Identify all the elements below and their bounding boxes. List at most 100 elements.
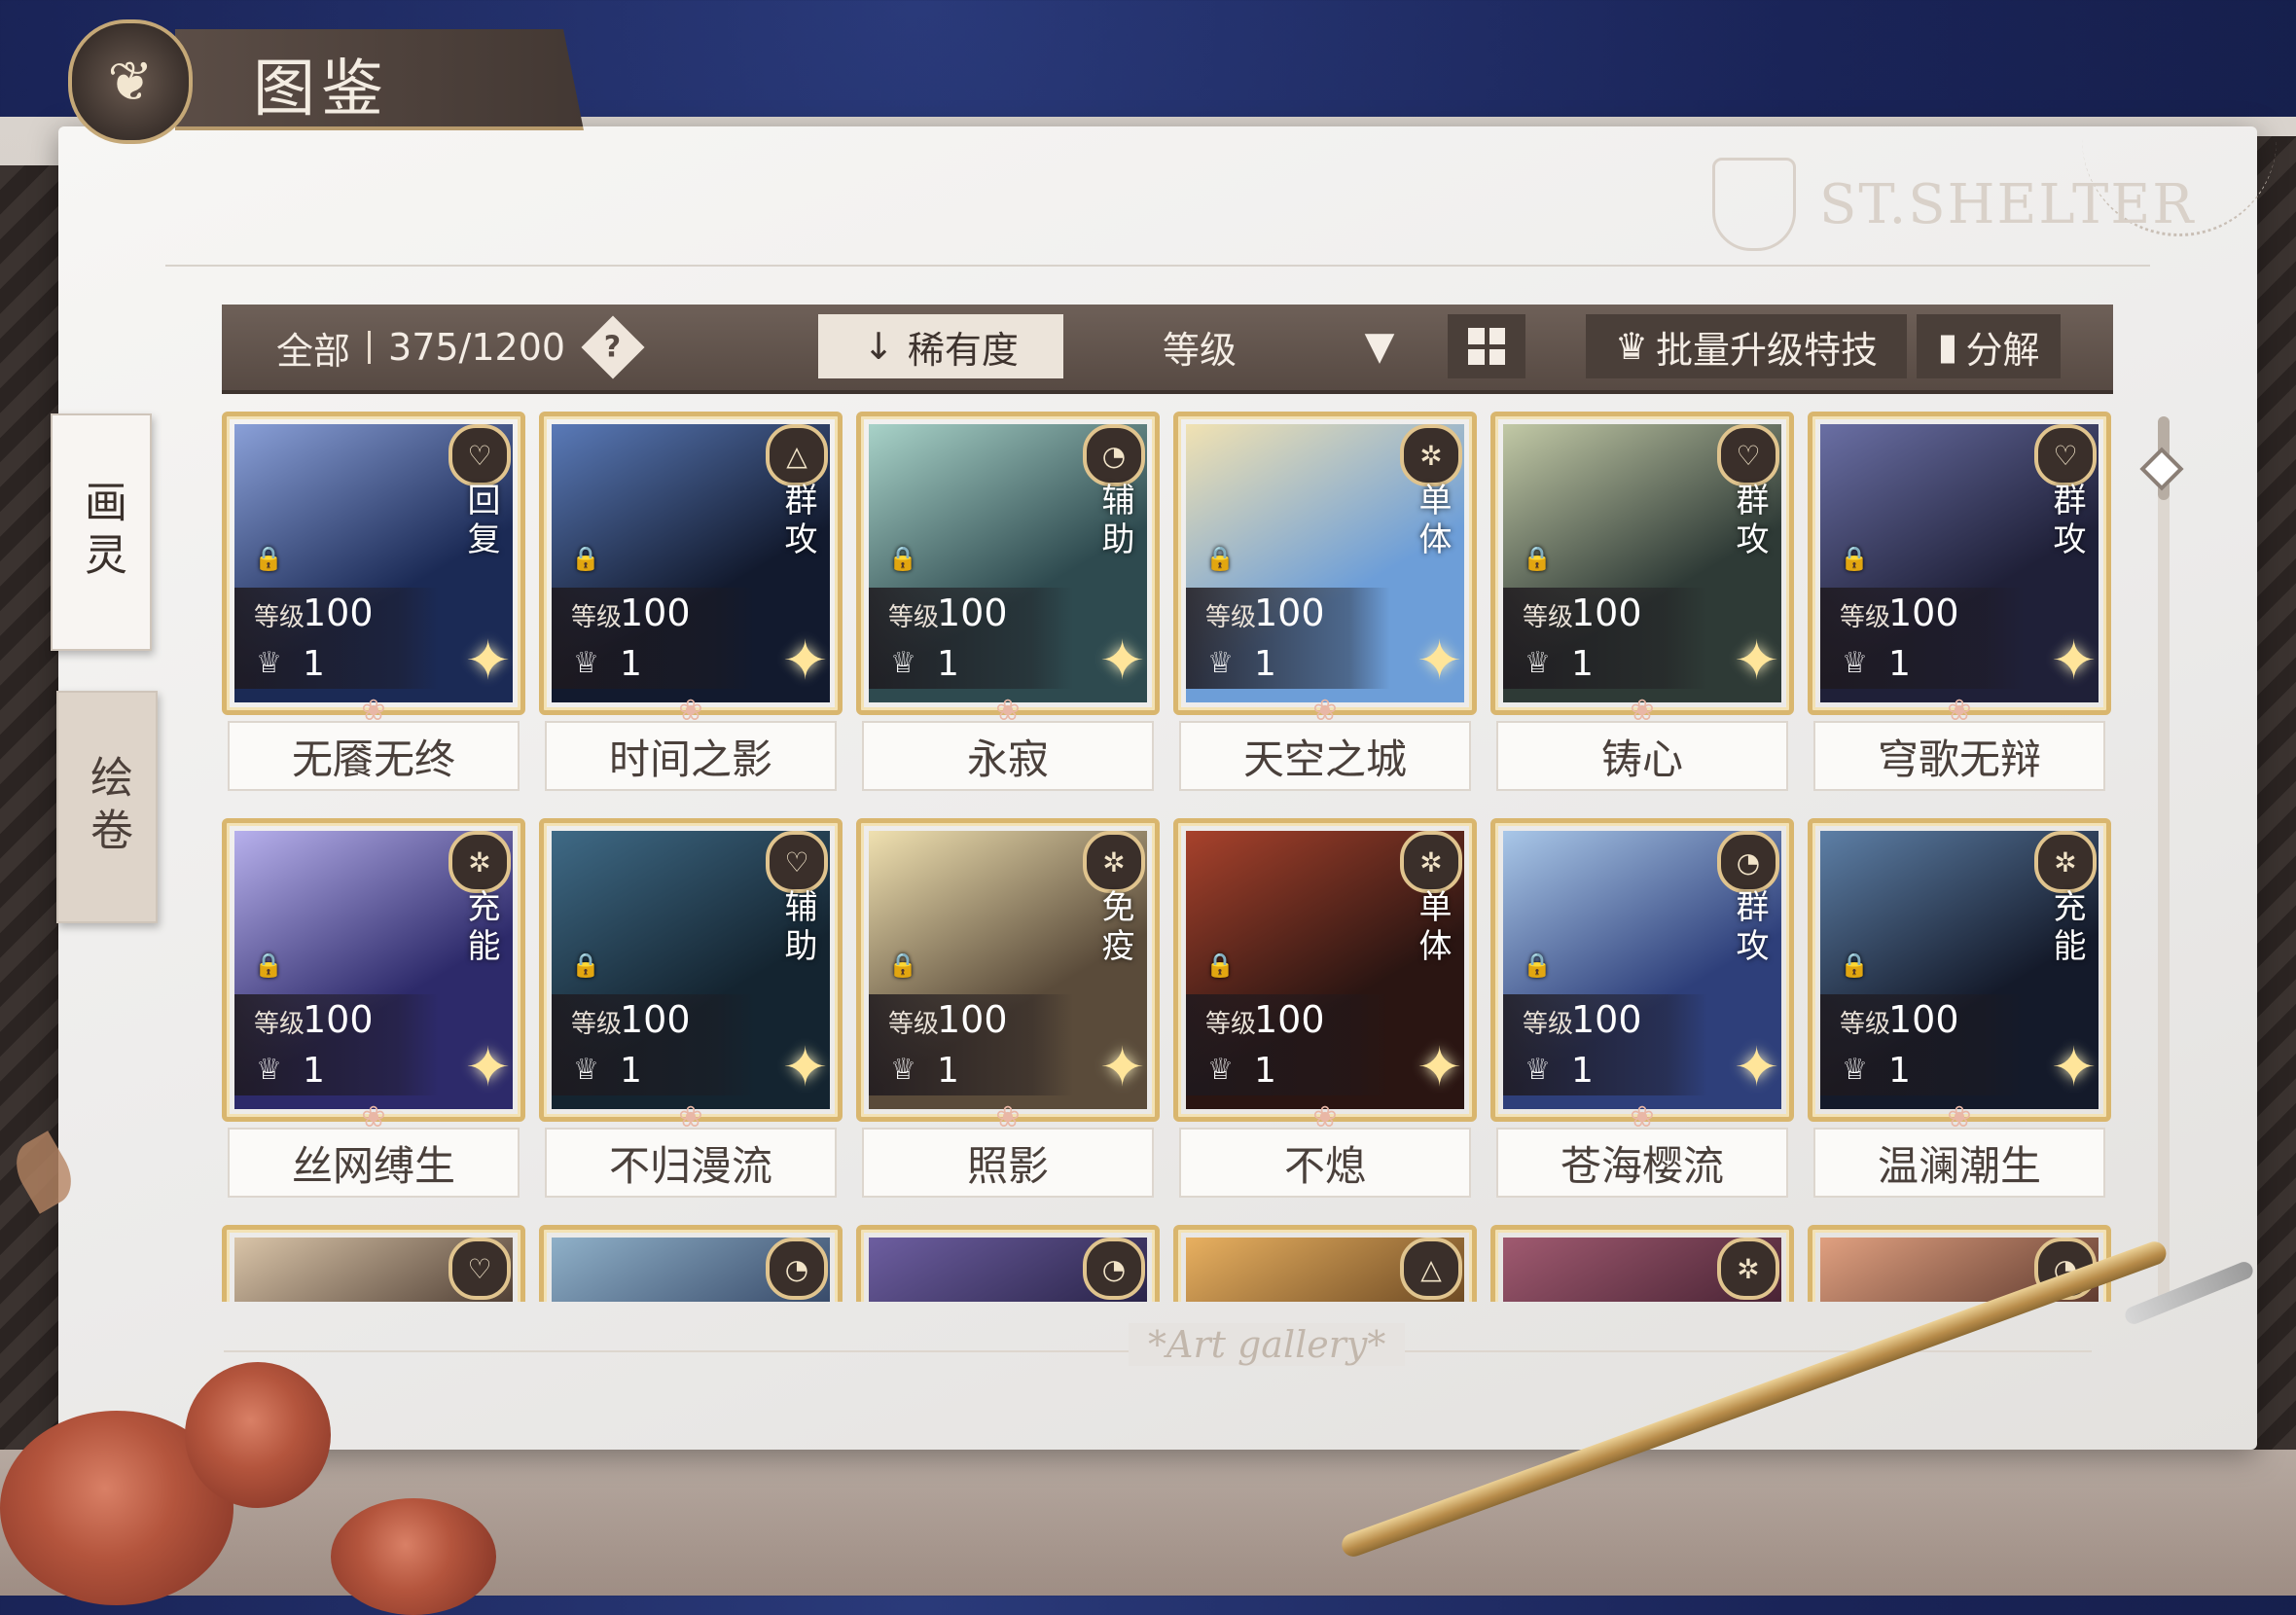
- level-value: 100: [1888, 998, 1959, 1041]
- level-prefix: 等级: [1840, 1010, 1891, 1039]
- character-portrait[interactable]: ✲: [1490, 1225, 1794, 1302]
- lotus-icon: ❀: [678, 1100, 703, 1134]
- role-label: 群攻: [1730, 889, 1769, 967]
- lock-icon[interactable]: 🔒: [1840, 545, 1869, 572]
- character-portrait[interactable]: ◔: [856, 1225, 1160, 1302]
- segment-circle-icon: ◔: [1083, 424, 1145, 486]
- shield-icon: [1712, 158, 1796, 251]
- sort-rarity-button[interactable]: ↓ 稀有度: [818, 314, 1063, 378]
- character-portrait[interactable]: ◔: [539, 1225, 843, 1302]
- dismantle-label: 分解: [1965, 328, 2040, 372]
- character-portrait[interactable]: ♡ 群攻 🔒 等级 100 ♕ 1 ✦: [1490, 412, 1794, 715]
- lock-icon[interactable]: 🔒: [1523, 951, 1552, 979]
- sparkle-star-icon: ✦: [782, 1036, 828, 1099]
- help-icon[interactable]: ?: [581, 315, 645, 379]
- lock-icon[interactable]: 🔒: [888, 951, 917, 979]
- character-card[interactable]: ◔: [856, 1225, 1160, 1302]
- heart-pulse-icon: ♡: [448, 1238, 511, 1300]
- character-portrait[interactable]: ◔ 群攻 🔒 等级 100 ♕ 1 ✦: [1490, 818, 1794, 1122]
- character-name: 苍海樱流: [1496, 1128, 1788, 1198]
- character-card[interactable]: ♡ 群攻 🔒 等级 100 ♕ 1 ✦ ❀ 铸心: [1490, 412, 1794, 791]
- character-card[interactable]: ♡: [222, 1225, 525, 1302]
- character-card[interactable]: ◔: [539, 1225, 843, 1302]
- character-name: 时间之影: [545, 721, 837, 791]
- level-prefix: 等级: [571, 1010, 623, 1039]
- batch-upgrade-skill-button[interactable]: ♛ 批量升级特技: [1586, 314, 1907, 378]
- lock-icon[interactable]: 🔒: [1523, 545, 1552, 572]
- lock-icon[interactable]: 🔒: [571, 951, 600, 979]
- card-grid: ♡ 回复 🔒 等级 100 ♕ 1 ✦ ❀ 无餍无终 △ 群攻 🔒 等级 100…: [222, 412, 2115, 1302]
- heart-pulse-icon: ♡: [448, 424, 511, 486]
- crown-upgrade-icon: ♛: [1614, 325, 1649, 368]
- grid-view-button[interactable]: [1448, 314, 1525, 378]
- level-value: 100: [937, 998, 1008, 1041]
- lock-icon[interactable]: 🔒: [1205, 545, 1235, 572]
- character-portrait[interactable]: ✲ 充能 🔒 等级 100 ♕ 1 ✦: [1808, 818, 2111, 1122]
- role-label: 单体: [1413, 889, 1452, 967]
- character-portrait[interactable]: ♡ 回复 🔒 等级 100 ♕ 1 ✦: [222, 412, 525, 715]
- lock-icon[interactable]: 🔒: [254, 545, 283, 572]
- role-label: 群攻: [2047, 483, 2086, 560]
- lock-icon[interactable]: 🔒: [1205, 951, 1235, 979]
- role-label: 群攻: [778, 483, 817, 560]
- character-portrait[interactable]: ✲ 单体 🔒 等级 100 ♕ 1 ✦: [1173, 412, 1477, 715]
- sparkle-star-icon: ✦: [1417, 1036, 1462, 1099]
- character-card[interactable]: ✲ 免疫 🔒 等级 100 ♕ 1 ✦ ❀ 照影: [856, 818, 1160, 1198]
- character-portrait[interactable]: ◔ 辅助 🔒 等级 100 ♕ 1 ✦: [856, 412, 1160, 715]
- crown-icon: ♕: [573, 646, 599, 680]
- rose-decoration: [331, 1498, 496, 1615]
- tab-label: 画灵: [77, 480, 126, 585]
- character-card[interactable]: ◔ 辅助 🔒 等级 100 ♕ 1 ✦ ❀ 永寂: [856, 412, 1160, 791]
- character-card[interactable]: ✲ 单体 🔒 等级 100 ♕ 1 ✦ ❀ 不熄: [1173, 818, 1477, 1198]
- character-name: 铸心: [1496, 721, 1788, 791]
- character-portrait[interactable]: △: [1173, 1225, 1477, 1302]
- character-portrait[interactable]: ♡: [222, 1225, 525, 1302]
- role-label: 充能: [461, 889, 500, 967]
- scrollbar-track[interactable]: [2158, 416, 2170, 1300]
- role-label: 充能: [2047, 889, 2086, 967]
- character-card[interactable]: ♡ 回复 🔒 等级 100 ♕ 1 ✦ ❀ 无餍无终: [222, 412, 525, 791]
- triangle-circle-icon: △: [1400, 1238, 1462, 1300]
- character-portrait[interactable]: ✲ 单体 🔒 等级 100 ♕ 1 ✦: [1173, 818, 1477, 1122]
- filter-funnel-icon[interactable]: ▼: [1331, 314, 1428, 378]
- character-card[interactable]: △ 群攻 🔒 等级 100 ♕ 1 ✦ ❀ 时间之影: [539, 412, 843, 791]
- character-card[interactable]: ✲: [1490, 1225, 1794, 1302]
- lotus-icon: ❀: [1630, 1100, 1655, 1134]
- character-portrait[interactable]: △ 群攻 🔒 等级 100 ♕ 1 ✦: [539, 412, 843, 715]
- page-header-line: [165, 265, 2150, 267]
- tab-painting-spirits[interactable]: 画灵: [51, 413, 152, 651]
- character-portrait[interactable]: ♡ 辅助 🔒 等级 100 ♕ 1 ✦: [539, 818, 843, 1122]
- character-card[interactable]: ◔ 群攻 🔒 等级 100 ♕ 1 ✦ ❀ 苍海樱流: [1490, 818, 1794, 1198]
- heart-pulse-icon: ♡: [766, 831, 828, 893]
- character-portrait[interactable]: ✲ 免疫 🔒 等级 100 ♕ 1 ✦: [856, 818, 1160, 1122]
- brand-text: ST.SHELTER: [1819, 172, 2196, 236]
- character-portrait[interactable]: ✲ 充能 🔒 等级 100 ♕ 1 ✦: [222, 818, 525, 1122]
- character-portrait[interactable]: ♡ 群攻 🔒 等级 100 ♕ 1 ✦: [1808, 412, 2111, 715]
- cross-diamond-icon: ✲: [1400, 424, 1462, 486]
- crown-icon: ♕: [890, 1053, 916, 1087]
- sparkle-star-icon: ✦: [1099, 1036, 1145, 1099]
- all-filter[interactable]: 全部: [276, 321, 350, 375]
- heart-pulse-icon: ♡: [2034, 424, 2097, 486]
- crown-icon: ♕: [256, 646, 282, 680]
- role-label: 群攻: [1730, 483, 1769, 560]
- character-card[interactable]: △: [1173, 1225, 1477, 1302]
- character-name: 丝网缚生: [228, 1128, 520, 1198]
- character-card[interactable]: ✲ 充能 🔒 等级 100 ♕ 1 ✦ ❀ 温澜潮生: [1808, 818, 2111, 1198]
- sort-level-button[interactable]: 等级: [1078, 314, 1321, 378]
- butterfly-icon[interactable]: ❦: [68, 19, 193, 144]
- character-card[interactable]: ✲ 单体 🔒 等级 100 ♕ 1 ✦ ❀ 天空之城: [1173, 412, 1477, 791]
- character-card[interactable]: ✲ 充能 🔒 等级 100 ♕ 1 ✦ ❀ 丝网缚生: [222, 818, 525, 1198]
- lock-icon[interactable]: 🔒: [888, 545, 917, 572]
- character-card[interactable]: ♡ 群攻 🔒 等级 100 ♕ 1 ✦ ❀ 穹歌无辩: [1808, 412, 2111, 791]
- lock-icon[interactable]: 🔒: [571, 545, 600, 572]
- tab-scrolls[interactable]: 绘卷: [56, 691, 158, 923]
- dismantle-icon: ▮: [1937, 325, 1958, 368]
- character-card[interactable]: ♡ 辅助 🔒 等级 100 ♕ 1 ✦ ❀ 不归漫流: [539, 818, 843, 1198]
- rank-value: 1: [1571, 644, 1594, 684]
- lock-icon[interactable]: 🔒: [1840, 951, 1869, 979]
- lock-icon[interactable]: 🔒: [254, 951, 283, 979]
- dismantle-button[interactable]: ▮ 分解: [1917, 314, 2061, 378]
- role-label: 辅助: [1095, 483, 1134, 560]
- level-prefix: 等级: [1205, 603, 1257, 632]
